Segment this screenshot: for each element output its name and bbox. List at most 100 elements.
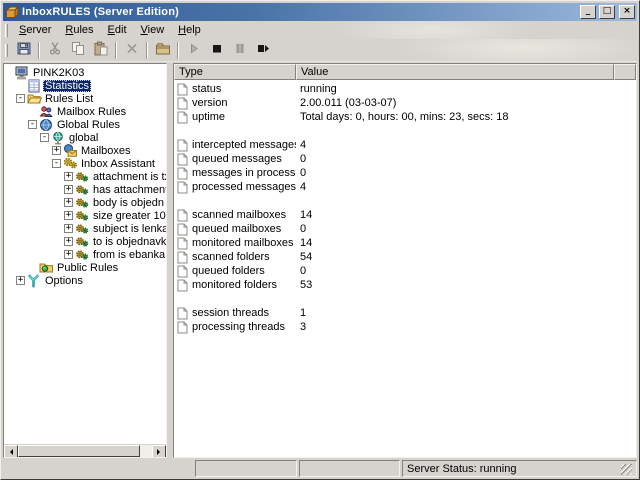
save-button[interactable] [12,40,35,61]
tree-item-statistics[interactable]: Statistics [4,79,166,92]
tree-item-label: to is objednavka [91,236,166,248]
list-row-scanned-mailboxes[interactable]: scanned mailboxes14 [174,208,636,222]
scrollbar-thumb[interactable] [18,445,140,457]
list-row-processing-threads[interactable]: processing threads3 [174,320,636,334]
type-cell: scanned mailboxes [174,209,296,222]
tree-item-from-is-ebanka[interactable]: +from is ebanka [4,248,166,261]
scroll-left-button[interactable] [4,445,18,458]
expand-plus-icon[interactable]: + [64,185,73,194]
tree-item-inbox-assistant[interactable]: -Inbox Assistant [4,157,166,170]
list-row-queued-messages[interactable]: queued messages0 [174,152,636,166]
rule-icon [75,171,91,183]
tree-item-label: has attachment [91,184,166,196]
copy-button[interactable] [66,40,89,61]
list-row-session-threads[interactable]: session threads1 [174,306,636,320]
tree-item-label: Global Rules [55,119,122,131]
list-row-uptime[interactable]: uptimeTotal days: 0, hours: 00, mins: 23… [174,110,636,124]
folder-ball-icon [39,261,55,274]
expand-plus-icon[interactable]: + [52,146,61,155]
tree-horizontal-scrollbar[interactable] [4,444,166,457]
value-text: 0 [296,223,306,235]
list-row-messages-in-process[interactable]: messages in process0 [174,166,636,180]
tree-item-mailboxes[interactable]: + Mailboxes [4,144,166,157]
paste-button[interactable] [89,40,112,61]
maximize-button[interactable]: □ [599,5,615,19]
tree-item-label: attachment is txt [91,171,166,183]
value-text: 2.00.011 (03-03-07) [296,97,396,109]
list-row-scanned-folders[interactable]: scanned folders54 [174,250,636,264]
tree-item-rules-list[interactable]: - Rules List [4,92,166,105]
tree-item-global[interactable]: - global [4,131,166,144]
scroll-right-button[interactable] [152,445,166,458]
page-icon [177,83,188,96]
collapse-minus-icon[interactable]: - [16,94,25,103]
menu-item-help[interactable]: Help [171,23,208,38]
tree-item-body-is-objedn[interactable]: +body is objedn [4,196,166,209]
resize-grip[interactable] [621,464,632,475]
rule-icon [75,210,91,222]
close-button[interactable]: × [619,5,635,19]
tree-item-pink2k03[interactable]: PINK2K03 [4,66,166,79]
cut-button[interactable] [43,40,66,61]
type-text: session threads [192,307,269,319]
expand-plus-icon[interactable]: + [64,250,73,259]
column-header-filler [614,64,636,80]
list-row-intercepted-messages[interactable]: intercepted messages4 [174,138,636,152]
tree-item-label: PINK2K03 [31,67,86,79]
tree-item-attachment-is-txt[interactable]: + attachment is txt [4,170,166,183]
rule-icon [75,249,91,261]
delete-button[interactable] [120,40,143,61]
expand-plus-icon[interactable]: + [64,198,73,207]
collapse-minus-icon[interactable]: - [40,133,49,142]
tree-item-size-greater-100k[interactable]: +size greater 100k [4,209,166,222]
tree-item-label: Mailboxes [79,145,133,157]
tree-item-label: subject is lenka [91,223,166,235]
tree-item-subject-is-lenka[interactable]: + subject is lenka [4,222,166,235]
minimize-button[interactable]: _ [580,5,596,19]
menu-item-edit[interactable]: Edit [101,23,134,38]
list-row-monitored-mailboxes[interactable]: monitored mailboxes14 [174,236,636,250]
type-text: queued messages [192,153,282,165]
list-row-queued-folders[interactable]: queued folders0 [174,264,636,278]
mailboxes-icon [63,144,79,157]
step-button[interactable] [251,40,274,61]
column-header-value[interactable]: Value [296,64,614,80]
expand-plus-icon[interactable]: + [64,211,73,220]
list-row-status[interactable]: statusrunning [174,82,636,96]
menubar-grip[interactable] [5,24,8,37]
tree-item-global-rules[interactable]: - Global Rules [4,118,166,131]
collapse-minus-icon[interactable]: - [28,120,37,129]
column-header-type[interactable]: Type [174,64,296,80]
pause-button[interactable] [228,40,251,61]
folder-button[interactable] [151,40,174,61]
list-row-processed-messages[interactable]: processed messages4 [174,180,636,194]
stop-button[interactable] [205,40,228,61]
tree-item-label: global [67,132,100,144]
menu-item-view[interactable]: View [134,23,172,38]
cut-icon [47,41,63,59]
menu-item-rules[interactable]: Rules [58,23,100,38]
expand-plus-icon[interactable]: + [64,224,73,233]
tree-item-public-rules[interactable]: Public Rules [4,261,166,274]
type-text: scanned folders [192,251,270,263]
list-row-version[interactable]: version2.00.011 (03-03-07) [174,96,636,110]
type-cell: queued mailboxes [174,223,296,236]
start-button[interactable] [182,40,205,61]
expand-plus-icon[interactable]: + [16,276,25,285]
collapse-minus-icon[interactable]: - [52,159,61,168]
type-cell: queued messages [174,153,296,166]
tree-item-mailbox-rules[interactable]: Mailbox Rules [4,105,166,118]
list-row-monitored-folders[interactable]: monitored folders53 [174,278,636,292]
expand-plus-icon[interactable]: + [64,172,73,181]
type-text: queued mailboxes [192,223,281,235]
scrollbar-track[interactable] [140,445,152,457]
tree-item-label: Rules List [43,93,95,105]
tree-item-to-is-objednavka[interactable]: + to is objednavka [4,235,166,248]
expand-plus-icon[interactable]: + [64,237,73,246]
tree-item-has-attachment[interactable]: + has attachment [4,183,166,196]
tree-item-options[interactable]: +Options [4,274,166,287]
mailbox-rules-icon [39,105,55,118]
menu-item-server[interactable]: Server [12,23,58,38]
list-row-queued-mailboxes[interactable]: queued mailboxes 0 [174,222,636,236]
toolbar-grip[interactable] [5,44,8,57]
